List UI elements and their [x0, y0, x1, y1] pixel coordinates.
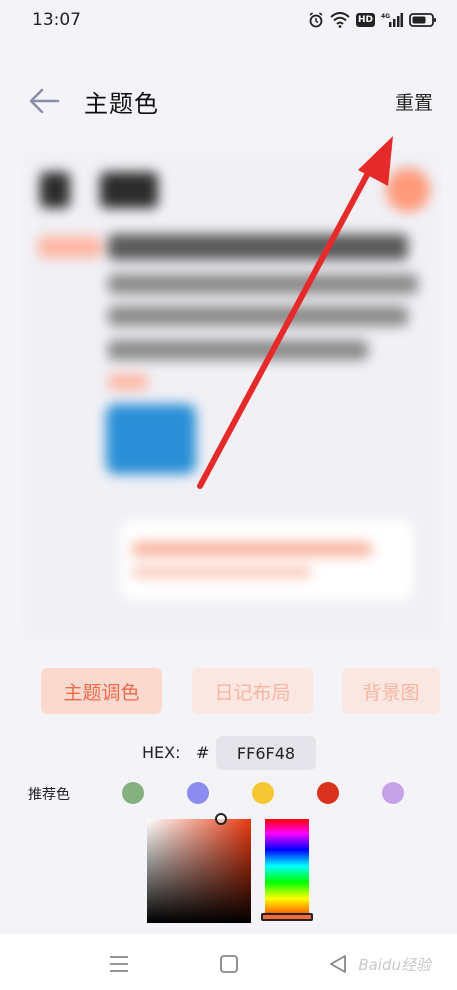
swatch-green[interactable] — [122, 782, 144, 804]
hd-badge: HD — [355, 13, 375, 27]
battery-icon — [409, 13, 436, 27]
swatch-blue[interactable] — [187, 782, 209, 804]
hex-hash: # — [196, 743, 210, 762]
hex-row: HEX: # — [0, 736, 457, 772]
hue-slider[interactable] — [261, 819, 313, 921]
theme-preview — [22, 150, 442, 642]
saturation-value-picker[interactable] — [147, 813, 251, 923]
hue-slider-handle[interactable] — [261, 913, 313, 921]
svg-text:4G: 4G — [381, 13, 390, 20]
alarm-icon — [309, 12, 323, 28]
reset-button[interactable]: 重置 — [395, 88, 433, 115]
home-icon[interactable] — [219, 954, 239, 974]
back-arrow-icon[interactable] — [28, 87, 60, 115]
tab-row: 主题调色 日记布局 背景图 — [0, 668, 457, 714]
sv-picker-handle[interactable] — [215, 813, 227, 825]
swatch-yellow[interactable] — [252, 782, 274, 804]
page-title: 主题色 — [84, 90, 159, 118]
system-nav-bar — [0, 934, 457, 990]
status-time: 13:07 — [32, 10, 81, 30]
status-icons: HD 4G — [308, 12, 437, 28]
status-bar: 13:07 HD 4G — [0, 0, 457, 40]
recommended-label: 推荐色 — [28, 787, 70, 803]
swatch-purple[interactable] — [382, 782, 404, 804]
tab-theme-color[interactable]: 主题调色 — [41, 668, 162, 714]
back-icon[interactable] — [328, 954, 348, 974]
recommended-colors: 推荐色 — [0, 780, 457, 808]
preview-content — [22, 150, 442, 642]
hex-label: HEX: — [142, 743, 181, 762]
wifi-icon — [330, 12, 350, 28]
app-header: 主题色 重置 — [0, 78, 457, 126]
swatch-red[interactable] — [317, 782, 339, 804]
tab-diary-layout[interactable]: 日记布局 — [192, 668, 313, 714]
hex-input[interactable] — [216, 736, 316, 770]
cellular-signal-icon: 4G — [381, 13, 403, 27]
menu-icon[interactable] — [109, 954, 129, 974]
tab-background[interactable]: 背景图 — [342, 668, 440, 714]
